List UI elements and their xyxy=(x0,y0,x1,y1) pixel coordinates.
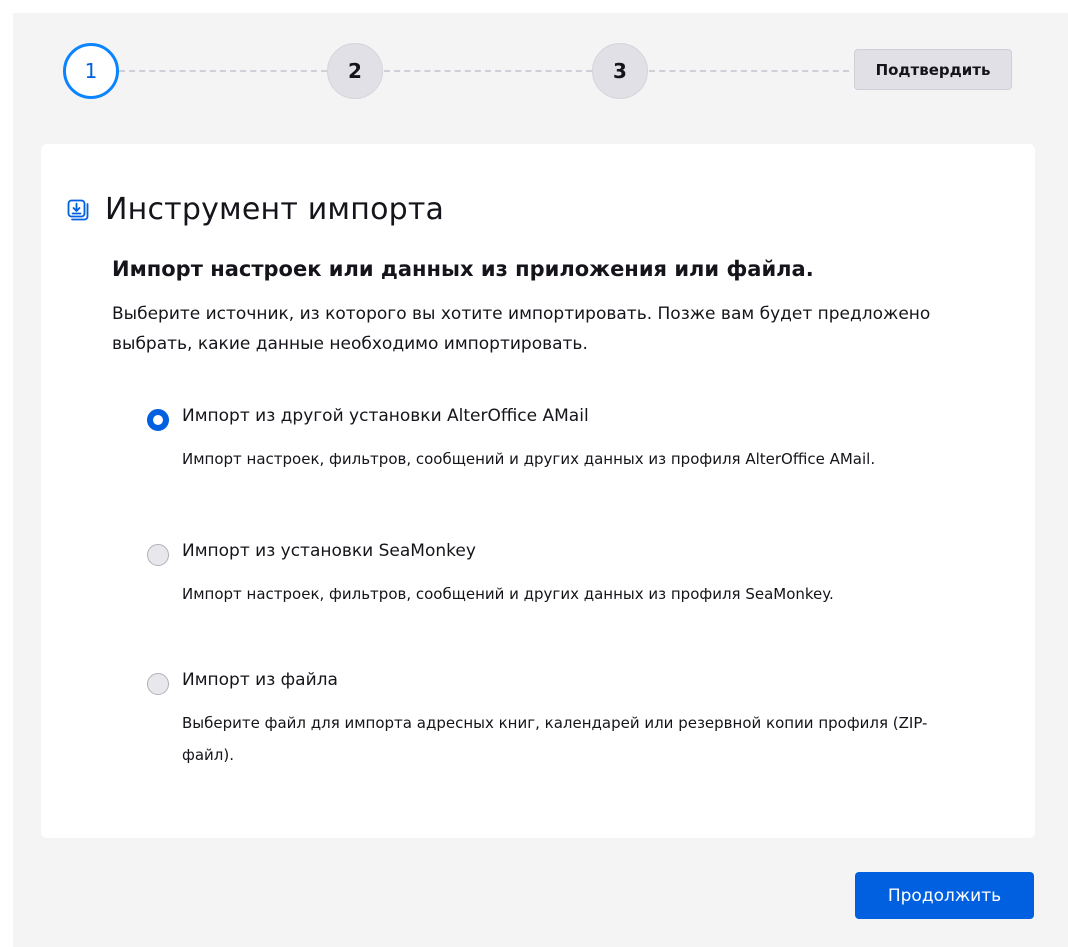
option-description: Выберите файл для импорта адресных книг,… xyxy=(182,714,928,764)
option-label[interactable]: Импорт из другой установки AlterOffice A… xyxy=(182,406,589,426)
stepper: 1 2 3 Подтвердить xyxy=(13,13,1068,133)
radio-file[interactable] xyxy=(147,673,169,695)
step-connector xyxy=(649,70,849,72)
option-label[interactable]: Импорт из файла xyxy=(182,670,338,690)
radio-seamonkey[interactable] xyxy=(147,544,169,566)
step-connector xyxy=(384,70,592,72)
radio-alteroffice-amail[interactable] xyxy=(147,409,169,431)
page-title: Инструмент импорта xyxy=(105,192,445,227)
step-connector xyxy=(119,70,327,72)
continue-button[interactable]: Продолжить xyxy=(855,872,1034,919)
card-header: Инструмент импорта xyxy=(66,192,444,227)
step-2[interactable]: 2 xyxy=(327,43,383,99)
option-description: Импорт настроек, фильтров, сообщений и д… xyxy=(182,450,876,468)
step-3[interactable]: 3 xyxy=(592,43,648,99)
import-icon xyxy=(66,198,90,222)
option-label[interactable]: Импорт из установки SeaMonkey xyxy=(182,541,476,561)
section-description: Выберите источник, из которого вы хотите… xyxy=(112,304,931,354)
confirm-step-button[interactable]: Подтвердить xyxy=(854,49,1012,90)
import-card: Инструмент импорта Импорт настроек или д… xyxy=(41,144,1035,838)
option-description: Импорт настроек, фильтров, сообщений и д… xyxy=(182,585,834,603)
section-heading: Импорт настроек или данных из приложения… xyxy=(112,257,814,281)
import-wizard: 1 2 3 Подтвердить Инструмент импорта Имп… xyxy=(13,13,1068,947)
step-1[interactable]: 1 xyxy=(63,43,119,99)
